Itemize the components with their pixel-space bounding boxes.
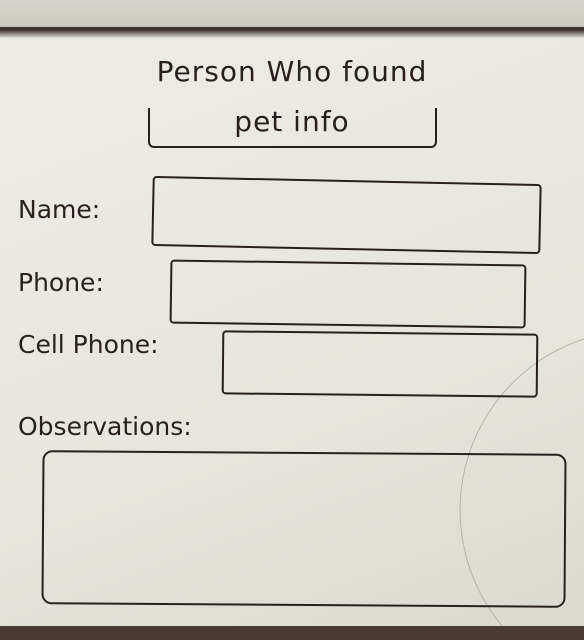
table-edge (0, 626, 584, 640)
form-title: Person Who found (156, 55, 428, 88)
phone-label: Phone: (18, 268, 104, 297)
cell-phone-label: Cell Phone: (18, 330, 159, 359)
form-subtitle: pet info (234, 105, 350, 138)
observations-textarea[interactable] (41, 450, 567, 608)
observations-label: Observations: (18, 412, 192, 441)
name-label: Name: (18, 195, 101, 224)
cell-phone-input[interactable] (221, 330, 539, 398)
name-input[interactable] (151, 175, 542, 255)
notebook-edge (0, 0, 584, 38)
phone-input[interactable] (169, 259, 527, 329)
